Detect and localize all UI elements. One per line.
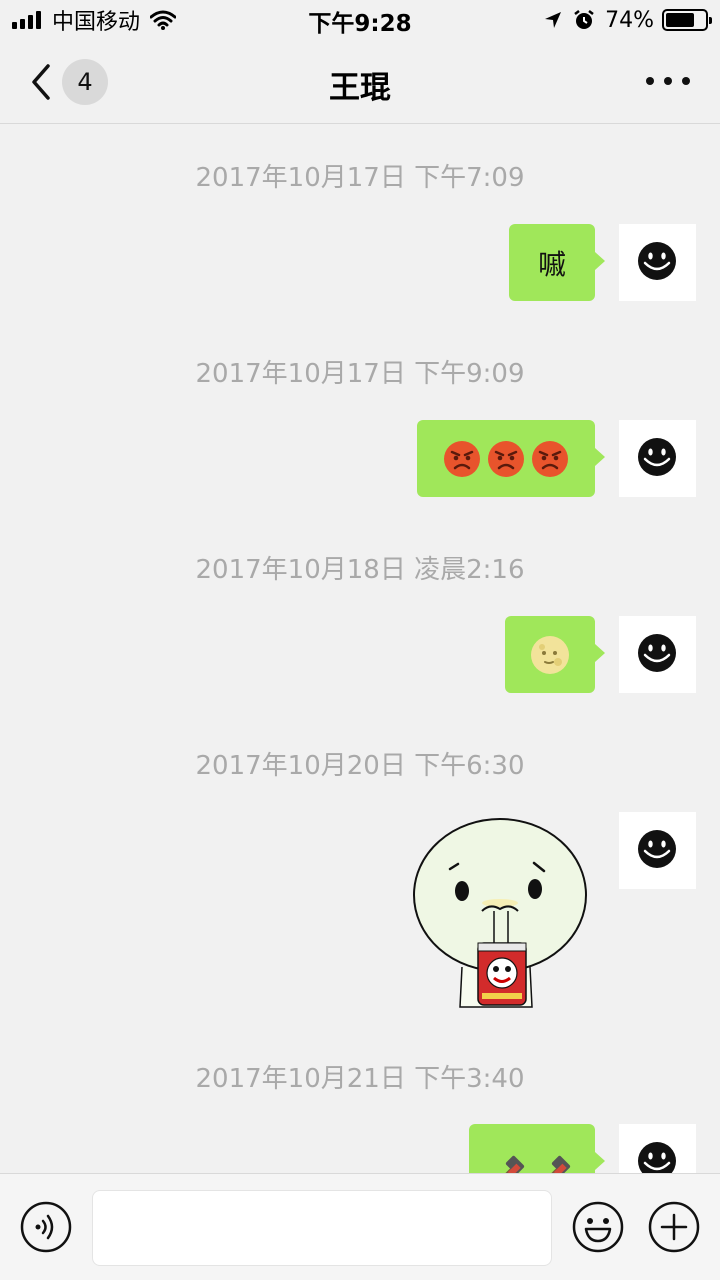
message-bubble[interactable] [469,1124,605,1173]
message-text: 嘁 [537,247,566,281]
message-timestamp: 2017年10月17日 下午7:09 [195,163,525,193]
avatar[interactable] [619,224,696,301]
voice-icon[interactable] [20,1201,72,1253]
message-timestamp: 2017年10月17日 下午9:09 [195,359,525,389]
message-bubble[interactable] [417,420,605,497]
smiley-face-icon [638,1142,676,1173]
input-bar [0,1173,720,1280]
cartoon-drinking-can-sticker[interactable] [410,817,590,1011]
message-timestamp: 2017年10月20日 下午6:30 [195,751,525,781]
chat-message-list[interactable]: 2017年10月17日 下午7:09 嘁 2017年10月17日 下午9:09 [0,125,720,1173]
battery-percent: 74% [605,7,654,33]
message-input[interactable] [92,1190,552,1266]
avatar[interactable] [619,812,696,889]
angry-face-emoji [444,440,480,477]
emoji-icon[interactable] [572,1201,624,1253]
message-bubble[interactable] [505,616,605,693]
angry-face-emoji [488,440,524,477]
battery-icon [662,9,712,31]
smiley-face-icon [638,242,676,280]
alarm-icon [574,10,594,29]
message-timestamp: 2017年10月21日 下午3:40 [195,1064,525,1094]
angry-face-emoji [532,440,568,477]
avatar[interactable] [619,1124,696,1173]
smiley-face-icon [638,830,676,868]
location-icon [545,12,562,28]
smiley-face-icon [638,634,676,672]
more-dots-icon[interactable] [646,72,690,90]
avatar[interactable] [619,616,696,693]
avatar[interactable] [619,420,696,497]
add-icon[interactable] [648,1201,700,1253]
hammer-emoji [550,1155,571,1173]
message-timestamp: 2017年10月18日 凌晨2:16 [195,555,525,585]
nav-bar: 4 王琨 [0,40,720,124]
message-bubble[interactable]: 嘁 [509,224,605,301]
smiley-face-icon [638,438,676,476]
hammer-emoji [504,1155,525,1173]
status-bar: 中国移动 下午9:28 74% [0,0,720,40]
full-moon-face-emoji [531,635,569,674]
chat-title: 王琨 [329,70,391,106]
